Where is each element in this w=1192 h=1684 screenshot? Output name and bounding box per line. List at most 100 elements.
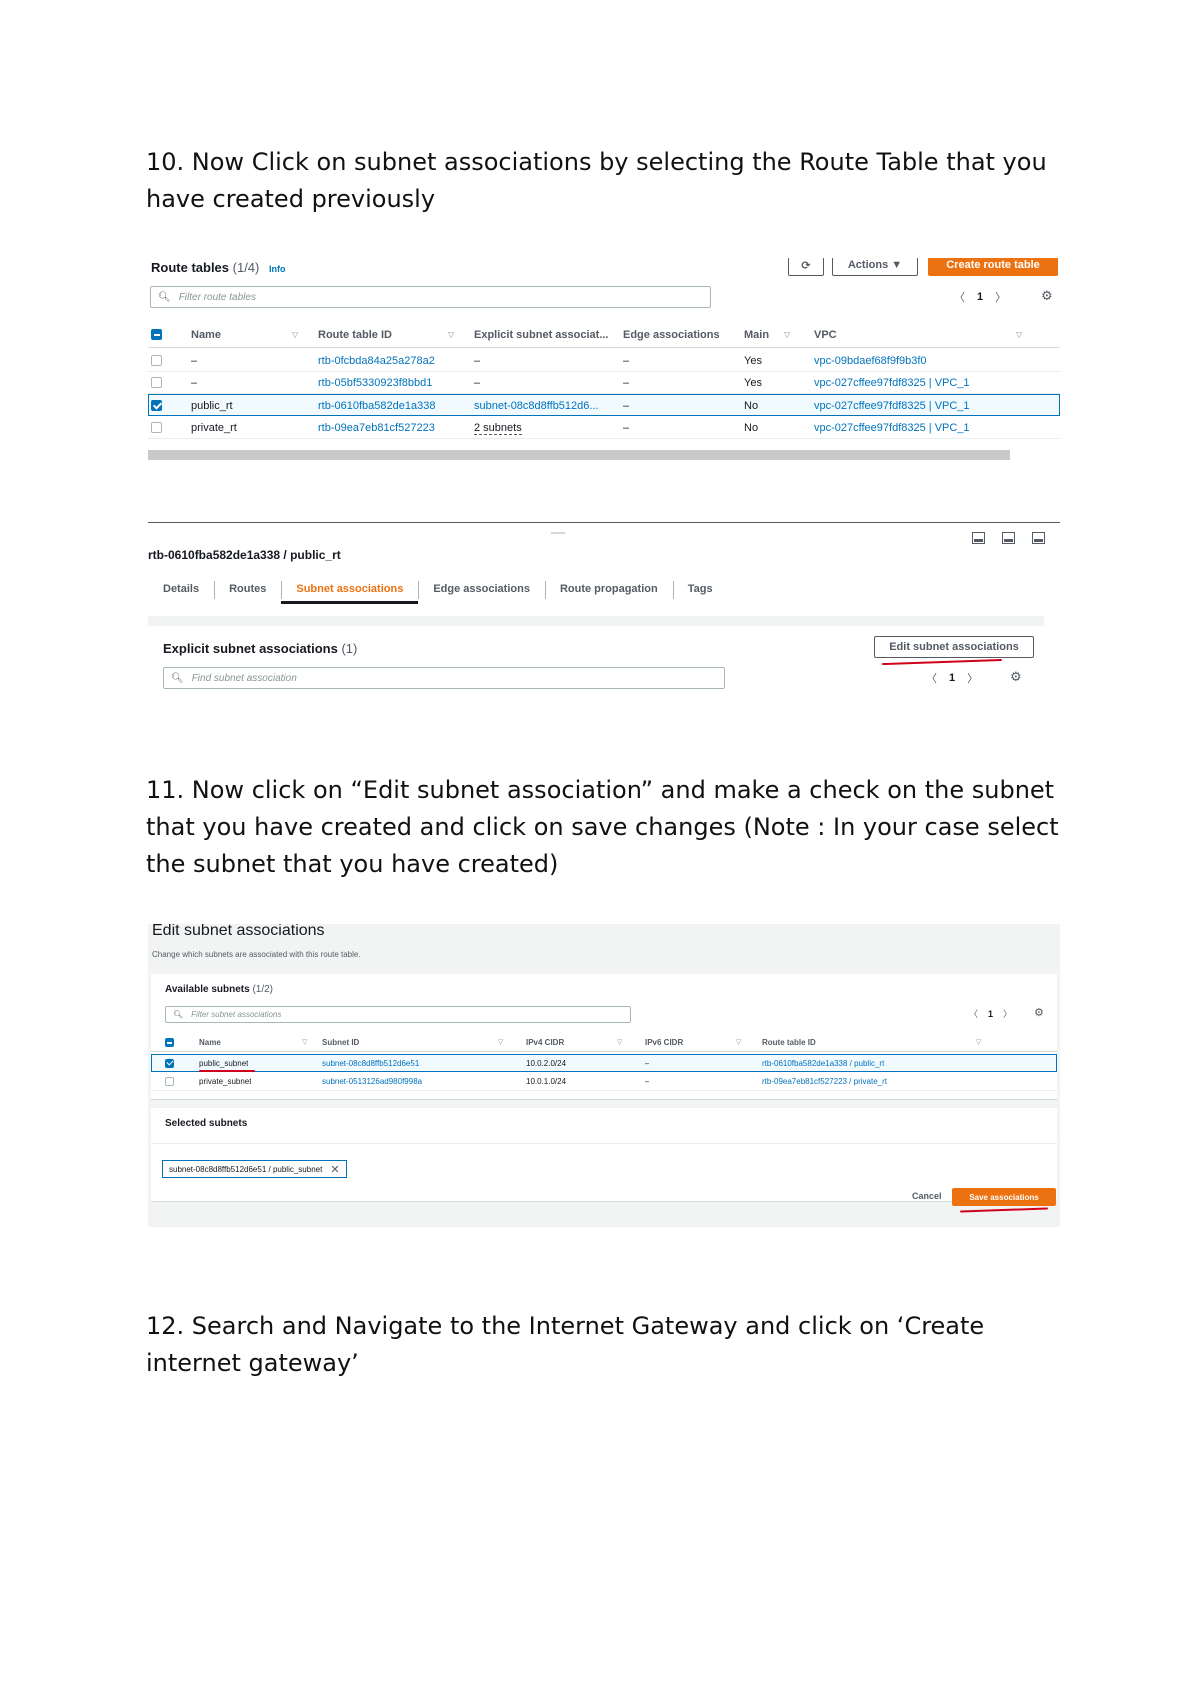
table-row[interactable]: – rtb-05bf5330923f8bbd1 – – Yes vpc-027c… [148,372,1060,394]
sort-icon[interactable]: ▽ [976,1034,981,1052]
page-number[interactable]: 1 [988,1009,993,1019]
route-tables-heading: Route tables [151,260,230,275]
row-checkbox[interactable] [151,377,162,388]
tab-route-propagation[interactable]: Route propagation [544,574,673,604]
row-checkbox-checked[interactable] [151,400,162,411]
prev-page-icon[interactable]: 〈 [954,289,965,305]
row-route-table-id[interactable]: rtb-0fcbda84a25a278a2 [318,350,435,372]
row-explicit: – [474,377,481,389]
row-vpc[interactable]: vpc-027cffee97fdf8325 | VPC_1 [814,395,970,417]
horizontal-scrollbar[interactable] [148,450,1010,460]
sort-icon[interactable]: ▽ [448,322,454,348]
table-row-selected[interactable]: public_rt rtb-0610fba582de1a338 subnet-0… [148,394,1060,416]
row-route-table-id[interactable]: rtb-05bf5330923f8bbd1 [318,372,432,394]
row-subnet-id[interactable]: subnet-08c8d8ffb512d6e51 [322,1055,419,1073]
page-number[interactable]: 1 [977,291,983,303]
col-ipv6[interactable]: IPv6 CIDR [645,1034,683,1052]
row-route-table-id[interactable]: rtb-0610fba582de1a338 [318,395,435,417]
prev-page-icon[interactable]: 〈 [926,670,937,686]
row-vpc[interactable]: vpc-09bdaef68f9f9b3f0 [814,350,927,372]
row-checkbox[interactable] [151,355,162,366]
search-icon: 🔍︎ [171,672,184,684]
table-row[interactable]: private_rt rtb-09ea7eb81cf527223 2 subne… [148,417,1060,439]
row-checkbox[interactable] [165,1077,174,1086]
panel-bottom-icon[interactable] [972,532,985,544]
row-route-table-id[interactable]: rtb-09ea7eb81cf527223 / private_rt [762,1073,887,1091]
col-name[interactable]: Name [199,1034,221,1052]
gear-icon[interactable]: ⚙ [1010,669,1022,685]
detail-title: rtb-0610fba582de1a338 / public_rt [148,548,341,562]
gear-icon[interactable]: ⚙ [1041,288,1053,304]
table-row[interactable]: private_subnet subnet-0513126ad980f998a … [151,1073,1057,1091]
table-row-selected[interactable]: public_subnet subnet-08c8d8ffb512d6e51 1… [151,1054,1057,1072]
save-associations-button[interactable]: Save associations [952,1188,1056,1206]
row-route-table-id[interactable]: rtb-09ea7eb81cf527223 [318,417,435,439]
detail-tabs: Details Routes Subnet associations Edge … [148,574,1060,606]
col-edge-associations[interactable]: Edge associations [623,322,720,348]
cancel-button[interactable]: Cancel [912,1191,942,1201]
panel-hide-icon[interactable] [1032,532,1045,544]
close-icon[interactable]: ✕ [330,1163,339,1176]
row-route-table-id[interactable]: rtb-0610fba582de1a338 / public_rt [762,1055,884,1073]
edit-subnet-associations-button[interactable]: Edit subnet associations [874,636,1034,658]
col-main[interactable]: Main [744,322,769,348]
split-panel-divider[interactable] [148,522,1060,523]
next-page-icon[interactable]: 〉 [1003,1007,1012,1020]
actions-button[interactable]: Actions ▼ [832,258,918,276]
drag-handle-icon[interactable] [551,532,565,534]
sort-icon[interactable]: ▽ [617,1034,622,1052]
row-main: No [744,422,759,434]
sort-icon[interactable]: ▽ [292,322,298,348]
sort-icon[interactable]: ▽ [736,1034,741,1052]
row-subnet-id[interactable]: subnet-0513126ad980f998a [322,1073,422,1091]
filter-route-tables-input[interactable]: 🔍︎ Filter route tables [150,286,711,308]
row-explicit[interactable]: subnet-08c8d8ffb512d6... [474,395,599,417]
tab-subnet-associations[interactable]: Subnet associations [281,574,419,604]
info-link[interactable]: Info [269,264,286,274]
selected-subnet-label: subnet-08c8d8ffb512d6e51 / public_subnet [169,1164,323,1174]
row-ipv6: – [645,1077,650,1086]
tab-details[interactable]: Details [148,574,214,604]
tab-tags[interactable]: Tags [672,574,728,604]
row-checkbox[interactable] [151,422,162,433]
explicit-associations-panel: Explicit subnet associations (1) Edit su… [148,616,1044,695]
panel-side-icon[interactable] [1002,532,1015,544]
create-route-table-button[interactable]: Create route table [928,258,1058,276]
panel-position-controls [972,532,1045,544]
route-tables-count: (1/4) [232,260,260,275]
table-row[interactable]: – rtb-0fcbda84a25a278a2 – – Yes vpc-09bd… [148,350,1060,372]
filter-subnet-associations-input[interactable]: 🔍︎ Filter subnet associations [165,1006,631,1023]
col-route-table-id[interactable]: Route table ID [762,1034,816,1052]
page-number[interactable]: 1 [949,672,955,684]
col-route-table-id[interactable]: Route table ID [318,322,392,348]
sort-icon[interactable]: ▽ [498,1034,503,1052]
select-all-checkbox[interactable] [151,329,162,340]
tab-routes[interactable]: Routes [214,574,281,604]
tab-edge-associations[interactable]: Edge associations [418,574,545,604]
sort-icon[interactable]: ▽ [784,322,790,348]
annotation-underline [199,1070,255,1072]
next-page-icon[interactable]: 〉 [967,670,978,686]
row-main: No [744,400,759,412]
refresh-button[interactable]: ⟳ [788,258,824,276]
step-12-text: 12. Search and Navigate to the Internet … [146,1312,985,1377]
find-subnet-association-input[interactable]: 🔍︎ Find subnet association [163,667,725,689]
gear-icon[interactable]: ⚙ [1034,1006,1044,1019]
sort-icon[interactable]: ▽ [302,1034,307,1052]
pagination: 〈 1 〉 [926,670,978,686]
col-name[interactable]: Name [191,322,221,348]
prev-page-icon[interactable]: 〈 [969,1007,978,1020]
next-page-icon[interactable]: 〉 [995,289,1006,305]
row-explicit[interactable]: 2 subnets [474,417,522,435]
selected-subnets-title: Selected subnets [165,1118,248,1129]
row-vpc[interactable]: vpc-027cffee97fdf8325 | VPC_1 [814,372,970,394]
col-subnet-id[interactable]: Subnet ID [322,1034,359,1052]
row-checkbox-checked[interactable] [165,1059,174,1068]
col-vpc[interactable]: VPC [814,322,837,348]
row-vpc[interactable]: vpc-027cffee97fdf8325 | VPC_1 [814,417,970,439]
col-ipv4[interactable]: IPv4 CIDR [526,1034,564,1052]
select-all-checkbox[interactable] [165,1038,174,1047]
col-explicit-subnet[interactable]: Explicit subnet associat... [474,322,609,348]
sort-icon[interactable]: ▽ [1016,322,1022,348]
edit-subnet-associations-screenshot: Edit subnet associations Change which su… [148,924,1060,1227]
